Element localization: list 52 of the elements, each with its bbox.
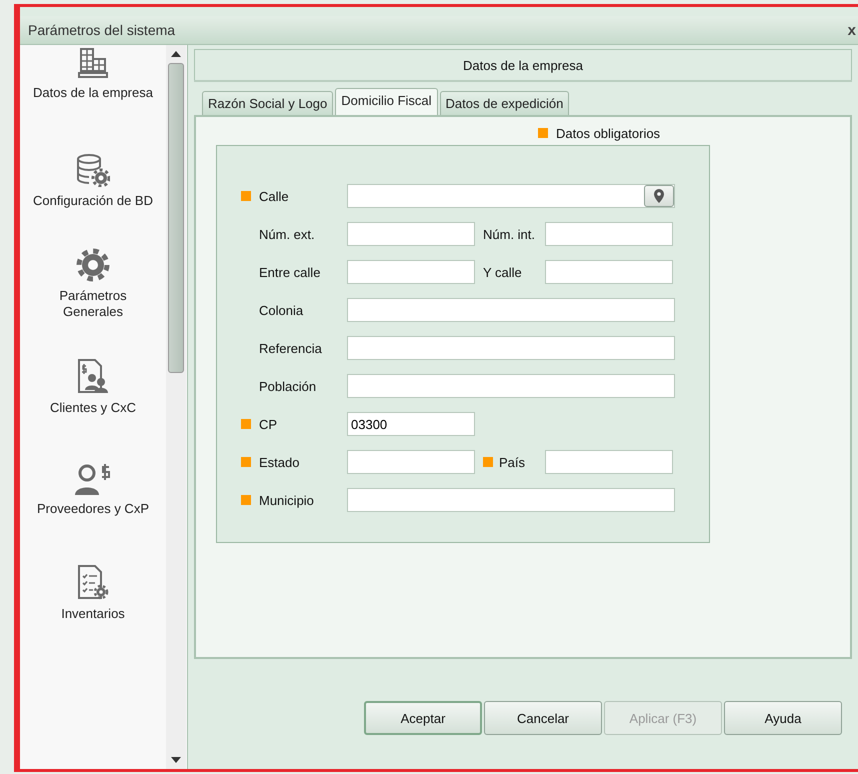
sidebar-item[interactable]: Inventarios — [32, 606, 154, 622]
input-field[interactable] — [347, 222, 475, 246]
input-field[interactable] — [347, 374, 675, 398]
input-field[interactable] — [347, 450, 475, 474]
dialog-button[interactable]: Cancelar — [484, 701, 602, 735]
sidebar-item[interactable]: Proveedores y CxP — [32, 500, 154, 516]
tab[interactable]: Datos de expedición — [440, 91, 570, 115]
street-field[interactable] — [347, 184, 675, 208]
window-title: Parámetros del sistema — [28, 22, 176, 38]
field-label: Colonia — [259, 302, 304, 318]
dialog-button[interactable]: Ayuda — [724, 701, 842, 735]
field-label: País — [499, 454, 526, 470]
field-label: Estado — [259, 454, 300, 470]
scroll-down-icon[interactable] — [171, 757, 181, 763]
database-gear-icon[interactable] — [76, 152, 110, 186]
locate-button[interactable] — [644, 185, 674, 207]
sidebar-item[interactable]: Clientes y CxC — [32, 400, 154, 416]
field-label: Y calle — [483, 264, 522, 280]
building-icon[interactable] — [78, 47, 108, 79]
scroll-up-icon[interactable] — [171, 51, 181, 57]
input-field[interactable]: 03300 — [347, 412, 475, 436]
field-label: Población — [259, 378, 318, 394]
map-pin-icon — [654, 189, 664, 203]
input-field[interactable] — [347, 298, 675, 322]
field-label: Municipio — [259, 492, 315, 508]
field-label: CP — [259, 416, 278, 432]
document-people-icon[interactable] — [77, 358, 109, 394]
gear-icon[interactable] — [76, 248, 110, 282]
field-label: Calle — [259, 188, 290, 204]
legend-text: Datos obligatorios — [556, 126, 660, 140]
scrollbar[interactable] — [166, 45, 186, 769]
sidebar-item[interactable]: Datos de la empresa — [32, 85, 154, 101]
input-field[interactable] — [545, 222, 673, 246]
checklist-gear-icon[interactable] — [77, 564, 109, 600]
input-field[interactable] — [545, 450, 673, 474]
input-field[interactable] — [347, 260, 475, 284]
input-field[interactable] — [347, 488, 675, 512]
tab[interactable]: Domicilio Fiscal — [335, 88, 438, 115]
scroll-thumb[interactable] — [168, 63, 184, 373]
dialog-button[interactable]: Aceptar — [364, 701, 482, 735]
sidebar-item[interactable]: Parámetros Generales — [32, 288, 154, 320]
person-dollar-icon[interactable] — [73, 462, 113, 494]
field-label: Núm. int. — [483, 226, 536, 242]
field-label: Entre calle — [259, 264, 322, 280]
panel-title: Datos de la empresa — [463, 58, 583, 72]
field-label: Referencia — [259, 340, 323, 356]
tab[interactable]: Razón Social y Logo — [202, 91, 334, 115]
sidebar-item[interactable]: Configuración de BD — [32, 192, 154, 208]
input-field[interactable] — [347, 336, 675, 360]
close-button[interactable]: x — [846, 22, 858, 38]
field-label: Núm. ext. — [259, 226, 316, 242]
input-field[interactable] — [545, 260, 673, 284]
